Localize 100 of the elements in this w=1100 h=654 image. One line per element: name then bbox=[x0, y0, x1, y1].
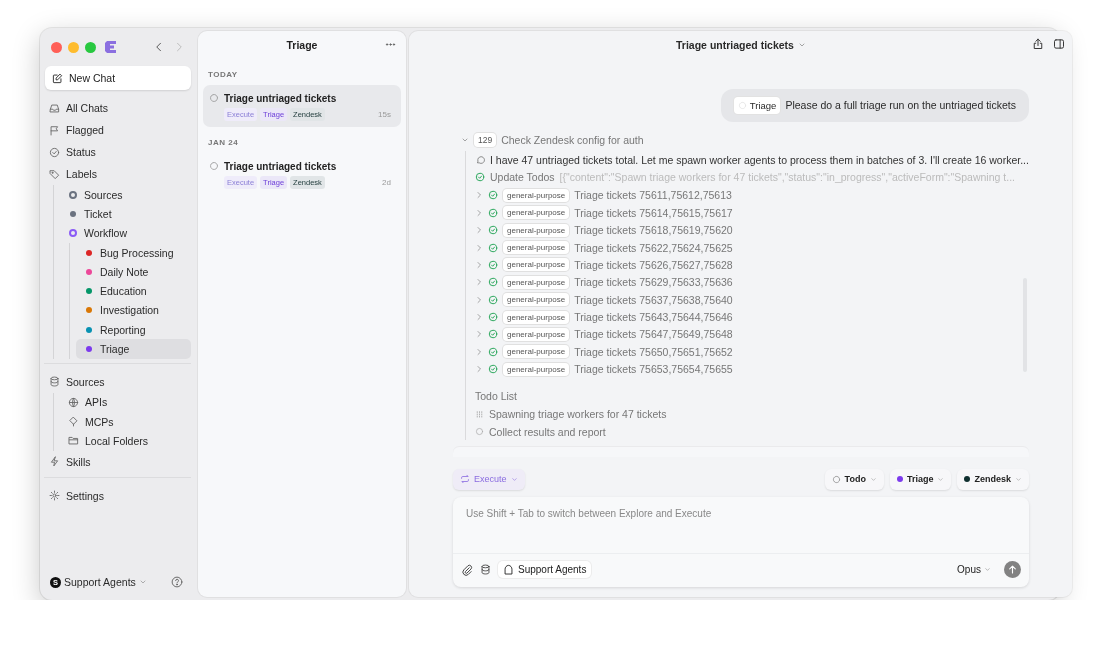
task-row[interactable]: general-purpose Triage tickets 75614,75615,75617 bbox=[475, 204, 1029, 222]
arrow-up-icon bbox=[1007, 565, 1017, 574]
task-row[interactable]: general-purpose Triage tickets 75618,75619,75620 bbox=[475, 221, 1029, 239]
sidebar-item[interactable]: Labels bbox=[44, 163, 191, 185]
check-circle-icon bbox=[488, 259, 498, 270]
label-dropdown[interactable]: Zendesk bbox=[957, 468, 1029, 490]
sidebar-item[interactable]: Sources bbox=[44, 370, 191, 393]
check-circle-icon bbox=[488, 312, 498, 323]
task-row[interactable]: general-purpose Triage tickets 75647,75649,75648 bbox=[475, 325, 1029, 344]
task-row[interactable]: general-purpose Triage tickets 75622,75624,75625 bbox=[475, 238, 1029, 257]
chevron-down-icon bbox=[1014, 475, 1022, 483]
todo-item: Spawning triage workers for 47 tickets bbox=[489, 408, 667, 421]
task-row[interactable]: general-purpose Triage tickets 75650,75651,75652 bbox=[475, 343, 1029, 361]
send-button[interactable] bbox=[1003, 561, 1021, 578]
globe-icon bbox=[68, 396, 79, 408]
task-row[interactable]: general-purpose Triage tickets 75611,75612,75613 bbox=[475, 186, 1029, 205]
inbox-icon bbox=[49, 102, 60, 114]
task-text: Triage tickets 75637,75638,75640 bbox=[574, 293, 733, 306]
agent-badge: general-purpose bbox=[503, 275, 570, 289]
check-circle-icon bbox=[488, 277, 498, 288]
status-icon bbox=[209, 161, 219, 171]
group-heading: JAN 24 bbox=[207, 137, 240, 149]
message-input[interactable]: Use Shift + Tab to switch between Explore and Execute bbox=[453, 497, 1029, 530]
check-circle-icon bbox=[488, 346, 498, 357]
agent-badge: general-purpose bbox=[503, 206, 570, 220]
chevron-down-icon bbox=[138, 578, 147, 586]
status-icon bbox=[49, 146, 60, 158]
timestamp: 15s bbox=[378, 110, 391, 119]
house-icon bbox=[503, 564, 514, 575]
task-row[interactable]: general-purpose Triage tickets 75653,75654,75655 bbox=[475, 360, 1029, 378]
sidebar-item[interactable]: APIs bbox=[60, 392, 191, 412]
tool-name: Update Todos bbox=[490, 170, 555, 183]
tool-group-title: Check Zendesk config for auth bbox=[501, 133, 644, 146]
progress-icon bbox=[475, 409, 484, 419]
label-dropdown[interactable]: Todo bbox=[824, 468, 884, 490]
chat-title: Triage untriaged tickets bbox=[224, 161, 338, 172]
sidebar-item[interactable]: Daily Note bbox=[76, 262, 191, 282]
sidebar-item[interactable]: Triage bbox=[76, 339, 191, 359]
sidebar-item[interactable]: Sources bbox=[60, 185, 191, 205]
new-chat-button[interactable]: New Chat bbox=[45, 66, 191, 90]
sidebar-item[interactable]: Settings bbox=[44, 484, 191, 507]
attach-icon[interactable] bbox=[461, 563, 473, 576]
label-chip: Triage bbox=[733, 96, 781, 114]
agent-badge: general-purpose bbox=[503, 293, 570, 307]
agent-badge: general-purpose bbox=[503, 223, 570, 237]
agent-badge: general-purpose bbox=[503, 362, 570, 376]
check-circle-icon bbox=[488, 242, 498, 253]
task-text: Triage tickets 75629,75633,75636 bbox=[574, 276, 733, 289]
sidebar-item[interactable]: Education bbox=[76, 281, 191, 301]
task-row[interactable]: general-purpose Triage tickets 75637,75638,75640 bbox=[475, 291, 1029, 309]
chevron-down-icon bbox=[869, 475, 877, 483]
task-row[interactable]: general-purpose Triage tickets 75626,75627,75628 bbox=[475, 256, 1029, 274]
list-title: Triage bbox=[286, 39, 318, 51]
mode-dropdown[interactable]: Execute bbox=[453, 468, 525, 490]
task-text: Triage tickets 75647,75649,75648 bbox=[574, 328, 733, 341]
workspace-button[interactable]: Support Agents bbox=[498, 561, 592, 578]
agent-badge: general-purpose bbox=[503, 188, 570, 202]
message-composer[interactable]: Use Shift + Tab to switch between Explore and Execute Support Agents Opus bbox=[453, 497, 1029, 587]
window-control[interactable] bbox=[51, 41, 62, 53]
task-row[interactable]: general-purpose Triage tickets 75643,75644,75646 bbox=[475, 308, 1029, 326]
flag-icon bbox=[49, 124, 60, 136]
sidebar-item[interactable]: Local Folders bbox=[60, 431, 191, 451]
check-circle-icon bbox=[488, 207, 498, 218]
task-text: Triage tickets 75614,75615,75617 bbox=[574, 206, 733, 219]
sidebar-item[interactable]: All Chats bbox=[44, 97, 191, 119]
folder-icon bbox=[68, 435, 79, 447]
task-row[interactable]: general-purpose Triage tickets 75629,75633,75636 bbox=[475, 273, 1029, 291]
sidebar-item[interactable]: Skills bbox=[44, 450, 191, 473]
share-icon[interactable] bbox=[1031, 38, 1044, 50]
chat-title-menu[interactable]: Triage untriaged tickets bbox=[676, 38, 806, 51]
database-icon bbox=[49, 376, 60, 388]
sidebar-item[interactable]: Workflow bbox=[60, 223, 191, 243]
timestamp: 2d bbox=[382, 178, 391, 187]
agent-badge: general-purpose bbox=[503, 310, 570, 324]
sidebar-toggle-icon[interactable] bbox=[1052, 38, 1065, 50]
model-dropdown[interactable]: Opus bbox=[951, 563, 997, 576]
check-circle-icon bbox=[475, 171, 485, 182]
status-icon bbox=[209, 93, 219, 103]
check-circle-icon bbox=[488, 364, 498, 375]
check-circle-icon bbox=[488, 225, 498, 236]
sidebar-item[interactable]: Flagged bbox=[44, 119, 191, 141]
repeat-icon bbox=[460, 474, 470, 485]
label-dropdown[interactable]: Triage bbox=[889, 468, 952, 490]
chat-title: Triage untriaged tickets bbox=[224, 93, 338, 104]
sidebar-item[interactable]: Bug Processing bbox=[76, 242, 191, 263]
task-text: Triage tickets 75626,75627,75628 bbox=[574, 258, 733, 271]
sidebar-item[interactable]: Investigation bbox=[76, 300, 191, 321]
pending-icon bbox=[475, 427, 484, 437]
sidebar-item[interactable]: Reporting bbox=[76, 320, 191, 340]
database-icon[interactable] bbox=[480, 564, 491, 575]
plug-icon bbox=[68, 416, 79, 428]
settings-icon bbox=[49, 490, 60, 502]
help-icon[interactable] bbox=[171, 576, 183, 588]
agent-badge: general-purpose bbox=[503, 258, 570, 272]
sidebar-item[interactable]: Ticket bbox=[60, 204, 191, 224]
task-text: Triage tickets 75653,75654,75655 bbox=[574, 363, 733, 376]
sidebar-item[interactable]: Status bbox=[44, 141, 191, 163]
tool-group-header[interactable]: 129 Check Zendesk config for auth bbox=[461, 131, 1029, 148]
sidebar-item[interactable]: MCPs bbox=[60, 411, 191, 432]
app-logo bbox=[105, 41, 116, 53]
